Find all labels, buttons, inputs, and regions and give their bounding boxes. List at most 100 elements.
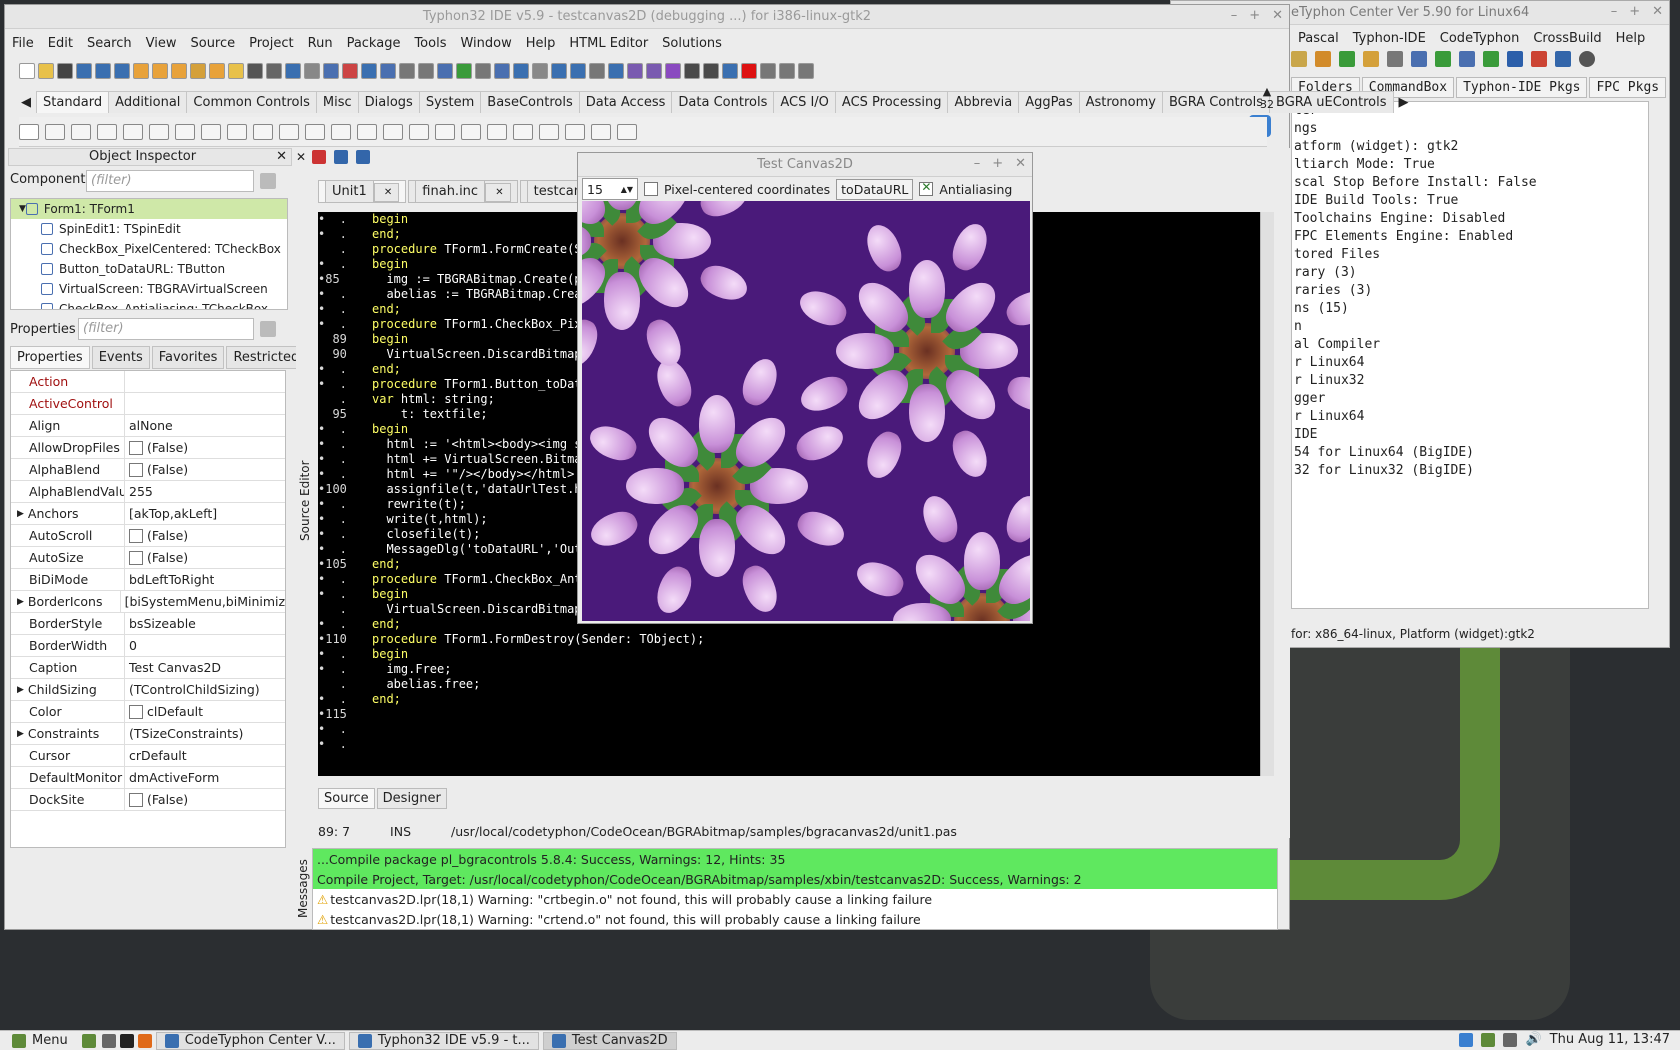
toolbar-icon[interactable] (361, 63, 377, 79)
expand-icon[interactable]: ▼ (19, 204, 26, 214)
ide-menu-item[interactable]: Search (80, 36, 139, 51)
filter-icon[interactable] (260, 173, 276, 189)
toolbar-icon[interactable] (741, 63, 757, 79)
palette-tab[interactable]: Astronomy (1078, 91, 1163, 113)
taskbar-task[interactable]: CodeTyphon Center V... (155, 1031, 345, 1050)
toolbar-icon[interactable] (665, 63, 681, 79)
property-row[interactable]: Color clDefault (11, 701, 285, 723)
toolbar-icon[interactable] (266, 63, 282, 79)
editor-tab[interactable]: finah.inc ✕ (408, 180, 518, 203)
component-icon[interactable] (253, 123, 273, 140)
ide-menu-item[interactable]: Help (519, 36, 563, 51)
component-icon[interactable] (227, 123, 247, 140)
toolbar-icon[interactable] (114, 63, 130, 79)
maximize-icon[interactable]: + (1249, 8, 1260, 23)
ide-menu-item[interactable]: Edit (41, 36, 80, 51)
forward-icon[interactable] (356, 150, 370, 164)
toolbar-icon[interactable] (38, 63, 54, 79)
property-value[interactable]: alNone (125, 418, 173, 433)
maximize-icon[interactable]: + (1629, 4, 1640, 19)
expand-icon[interactable]: ▶ (17, 597, 24, 607)
globe-icon[interactable] (1507, 51, 1523, 67)
property-row[interactable]: ActiveControl (11, 393, 285, 415)
palette-tab[interactable]: BaseControls (480, 91, 580, 113)
oi-tab[interactable]: Properties (10, 346, 90, 369)
component-icon[interactable] (305, 123, 325, 140)
tree-item[interactable]: VirtualScreen: TBGRAVirtualScreen (11, 279, 287, 299)
close-icon[interactable]: ✕ (276, 149, 291, 164)
toolbar-icon[interactable] (570, 63, 586, 79)
toolbar-icon[interactable] (456, 63, 472, 79)
component-icon[interactable] (201, 123, 221, 140)
toolbar-icon[interactable] (684, 63, 700, 79)
palette-tab[interactable]: Misc (315, 91, 359, 113)
component-icon[interactable] (461, 123, 481, 140)
palette-tab[interactable]: Data Controls (671, 91, 775, 113)
ctc-menu-item[interactable]: Help (1609, 31, 1653, 46)
arrow-icon[interactable] (1339, 51, 1355, 67)
toolbar-icon[interactable] (437, 63, 453, 79)
component-icon[interactable] (435, 123, 455, 140)
property-row[interactable]: Caption Test Canvas2D (11, 657, 285, 679)
message-row[interactable]: ⚠ testcanvas2D.lpr(18,1) Warning: "crtbeg… (313, 889, 1277, 909)
tree-item[interactable]: ▼ Form1: TForm1 (11, 199, 287, 219)
linux64-icon[interactable] (1531, 51, 1547, 67)
toolbar-icon[interactable] (19, 63, 35, 79)
component-icon[interactable] (487, 123, 507, 140)
tree-item[interactable]: SpinEdit1: TSpinEdit (11, 219, 287, 239)
linux32-icon[interactable] (1555, 51, 1571, 67)
property-value[interactable]: (False) (125, 440, 188, 455)
refresh-icon[interactable] (1483, 51, 1499, 67)
toolbar-icon[interactable] (285, 63, 301, 79)
toolbar-icon[interactable] (57, 63, 73, 79)
property-row[interactable]: BiDiMode bdLeftToRight (11, 569, 285, 591)
toolbar-icon[interactable] (551, 63, 567, 79)
ide-menu-item[interactable]: Run (301, 36, 340, 51)
component-icon[interactable] (357, 123, 377, 140)
expand-icon[interactable]: ▶ (17, 509, 24, 519)
component-icon[interactable] (591, 123, 611, 140)
message-row[interactable]: ⚠ testcanvas2D.lpr(18,1) Warning: "crtend… (313, 909, 1277, 929)
property-value[interactable]: [akTop,akLeft] (125, 506, 217, 521)
clock[interactable]: Thu Aug 11, 13:47 (1550, 1032, 1670, 1047)
ide-menu-item[interactable]: Tools (407, 36, 453, 51)
property-row[interactable]: AutoScroll (False) (11, 525, 285, 547)
ide-menu-item[interactable]: Source (183, 36, 242, 51)
property-value[interactable]: Test Canvas2D (125, 660, 221, 675)
toolbar-icon[interactable] (247, 63, 263, 79)
property-value[interactable]: [biSystemMenu,biMinimize (121, 594, 285, 609)
toolbar-icon[interactable] (209, 63, 225, 79)
property-row[interactable]: AlphaBlend (False) (11, 459, 285, 481)
oi-tab[interactable]: Restricted (226, 346, 307, 369)
property-value[interactable]: bdLeftToRight (125, 572, 214, 587)
ide-menu-item[interactable]: HTML Editor (562, 36, 655, 51)
property-value[interactable]: crDefault (125, 748, 187, 763)
editor-tab[interactable]: Unit1 ✕ (318, 180, 407, 203)
property-row[interactable]: Align alNone (11, 415, 285, 437)
component-icon[interactable] (97, 123, 117, 140)
minimize-icon[interactable]: – (974, 156, 981, 171)
component-icon[interactable] (617, 123, 637, 140)
toolbar-icon[interactable] (418, 63, 434, 79)
shield-icon[interactable] (1481, 1032, 1496, 1047)
component-icon[interactable] (45, 123, 65, 140)
toolbar-icon[interactable] (380, 63, 396, 79)
ide-menu-item[interactable]: View (139, 36, 184, 51)
property-value[interactable]: bsSizeable (125, 616, 196, 631)
component-icon[interactable] (383, 123, 403, 140)
toolbar-icon[interactable] (399, 63, 415, 79)
wrench-icon[interactable] (1503, 1032, 1518, 1047)
component-icon[interactable] (513, 123, 533, 140)
close-icon[interactable]: ✕ (1015, 156, 1026, 171)
toolbar-icon[interactable] (760, 63, 776, 79)
palette-scroll-left-icon[interactable]: ◀ (15, 92, 37, 113)
component-icon[interactable] (149, 123, 169, 140)
code-scrollbar[interactable] (1260, 212, 1274, 776)
property-row[interactable]: ▶ Anchors [akTop,akLeft] (11, 503, 285, 525)
build-icon[interactable] (1411, 51, 1427, 67)
filter-icon[interactable] (260, 321, 276, 337)
message-row[interactable]: ...Compile package pl_bgracontrols 5.8.4… (313, 849, 1277, 869)
palette-tab[interactable]: AggPas (1018, 91, 1080, 113)
oi-tab[interactable]: Events (91, 346, 150, 369)
close-icon[interactable]: ✕ (1652, 4, 1663, 19)
